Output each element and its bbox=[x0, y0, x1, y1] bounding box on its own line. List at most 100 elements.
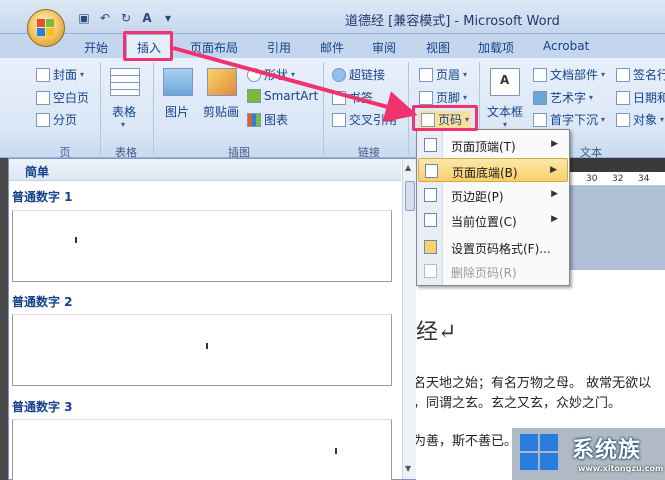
smartart-button[interactable]: SmartArt bbox=[247, 89, 318, 103]
insert-tab-highlight bbox=[123, 31, 173, 61]
page-break-icon bbox=[36, 112, 50, 127]
drop-cap-icon bbox=[533, 112, 547, 127]
menu-item-top-of-page[interactable]: 页面顶端(T) ▶ bbox=[418, 133, 568, 157]
gallery-item-label: 普通数字 2 bbox=[12, 295, 73, 309]
submenu-arrow-icon: ▶ bbox=[551, 139, 558, 149]
picture-icon bbox=[163, 68, 193, 96]
tab-mailings[interactable]: 邮件 bbox=[320, 39, 344, 56]
page-number-marker bbox=[206, 343, 208, 349]
redo-icon[interactable]: ↻ bbox=[118, 10, 134, 26]
menu-item-remove-page-numbers: 删除页码(R) bbox=[418, 259, 568, 283]
cross-reference-button[interactable]: 交叉引用 bbox=[332, 111, 397, 128]
scroll-up-icon[interactable]: ▲ bbox=[405, 163, 411, 172]
submenu-arrow-icon: ▶ bbox=[551, 214, 558, 224]
cover-page-button[interactable]: 封面 ▾ bbox=[36, 66, 84, 83]
shapes-icon bbox=[247, 67, 261, 82]
office-button[interactable] bbox=[27, 9, 65, 47]
gallery-header: 简单 bbox=[9, 159, 401, 181]
bookmark-button[interactable]: 书签 bbox=[332, 89, 373, 106]
format-page-numbers-icon bbox=[424, 240, 437, 254]
gallery-item-label: 普通数字 1 bbox=[12, 190, 73, 204]
drop-cap-button[interactable]: 首字下沉 ▾ bbox=[533, 111, 605, 128]
cover-page-icon bbox=[36, 67, 50, 82]
chart-button[interactable]: 图表 bbox=[247, 111, 288, 128]
object-button[interactable]: 对象 ▾ bbox=[616, 111, 664, 128]
window-title: 道德经 [兼容模式] - Microsoft Word bbox=[345, 14, 560, 29]
menu-item-page-margins[interactable]: 页边距(P) ▶ bbox=[418, 183, 568, 207]
customize-icon[interactable]: ▾ bbox=[160, 10, 176, 26]
smartart-icon bbox=[247, 89, 261, 103]
gallery-item-plain-number-2[interactable] bbox=[12, 314, 392, 386]
document-line: 名天地之始；有名万物之母。 故常无欲以 bbox=[413, 376, 652, 391]
document-line: 为善，斯不善已。 bbox=[413, 434, 518, 449]
hyperlink-button[interactable]: 超链接 bbox=[332, 66, 385, 83]
remove-page-numbers-icon bbox=[424, 264, 437, 278]
hyperlink-icon bbox=[332, 67, 346, 82]
table-icon bbox=[110, 68, 140, 96]
blank-page-button[interactable]: 空白页 bbox=[36, 89, 89, 106]
date-time-button[interactable]: 日期和 bbox=[616, 89, 665, 106]
submenu-arrow-icon: ▶ bbox=[551, 189, 558, 199]
picture-button[interactable]: 图片 bbox=[165, 103, 189, 120]
current-position-icon bbox=[424, 213, 437, 227]
undo-icon[interactable]: ↶ bbox=[97, 10, 113, 26]
wordart-button[interactable]: 艺术字 ▾ bbox=[533, 89, 593, 106]
save-icon[interactable]: ▣ bbox=[76, 10, 92, 26]
tab-acrobat[interactable]: Acrobat bbox=[543, 39, 589, 53]
bottom-of-page-icon bbox=[425, 164, 438, 178]
calendar-icon bbox=[616, 90, 630, 105]
tab-review[interactable]: 审阅 bbox=[372, 39, 396, 56]
signature-line-button[interactable]: 签名行 bbox=[616, 66, 665, 83]
page-number-marker bbox=[75, 237, 77, 243]
page-number-menu: 页面顶端(T) ▶ 页面底端(B) ▶ 页边距(P) ▶ 当前位置(C) ▶ 设… bbox=[416, 129, 570, 286]
menu-item-format-page-numbers[interactable]: 设置页码格式(F)... bbox=[418, 235, 568, 259]
submenu-arrow-icon: ▶ bbox=[550, 165, 557, 175]
window-left-edge bbox=[0, 158, 8, 480]
title-bar: ▣ ↶ ↻ A ▾ 道德经 [兼容模式] - Microsoft Word bbox=[0, 0, 665, 34]
bookmark-icon bbox=[332, 90, 346, 105]
tab-addins[interactable]: 加载项 bbox=[478, 39, 514, 56]
textbox-icon: A bbox=[490, 68, 520, 96]
header-icon bbox=[419, 67, 433, 82]
tab-view[interactable]: 视图 bbox=[426, 39, 450, 56]
quick-parts-icon bbox=[533, 67, 547, 82]
footer-icon bbox=[419, 90, 433, 105]
ribbon-tabs: 开始 插入 页面布局 引用 邮件 审阅 视图 加载项 Acrobat bbox=[0, 34, 665, 59]
document-line: ，同谓之玄。玄之又玄，众妙之门。 bbox=[413, 396, 622, 411]
table-button[interactable]: 表格 bbox=[112, 103, 136, 120]
cross-reference-icon bbox=[332, 112, 346, 127]
page-number-highlight bbox=[412, 105, 478, 131]
header-button[interactable]: 页眉 ▾ bbox=[419, 66, 467, 83]
top-of-page-icon bbox=[424, 138, 437, 152]
gallery-scrollbar[interactable]: ▲ ▼ bbox=[402, 159, 416, 479]
clipart-button[interactable]: 剪贴画 bbox=[203, 103, 239, 120]
gallery-item-label: 普通数字 3 bbox=[12, 400, 73, 414]
horizontal-ruler: 30 32 34 bbox=[568, 172, 665, 186]
gallery-item-plain-number-1[interactable] bbox=[12, 210, 392, 282]
tab-references[interactable]: 引用 bbox=[267, 39, 291, 56]
tab-home[interactable]: 开始 bbox=[84, 39, 108, 56]
signature-icon bbox=[616, 67, 630, 82]
scrollbar-thumb[interactable] bbox=[405, 181, 415, 211]
page-break-button[interactable]: 分页 bbox=[36, 111, 77, 128]
office-logo-icon bbox=[37, 19, 55, 37]
font-color-icon[interactable]: A bbox=[139, 10, 155, 26]
menu-item-bottom-of-page[interactable]: 页面底端(B) ▶ bbox=[418, 158, 568, 182]
clipart-icon bbox=[207, 68, 237, 96]
document-heading: 经↵ bbox=[416, 320, 457, 345]
gallery-item-plain-number-3[interactable] bbox=[12, 419, 392, 480]
quick-access-toolbar: ▣ ↶ ↻ A ▾ bbox=[76, 10, 176, 26]
shapes-button[interactable]: 形状 ▾ bbox=[247, 66, 295, 83]
tab-page-layout[interactable]: 页面布局 bbox=[190, 39, 238, 56]
page-number-gallery: 简单 普通数字 1 普通数字 2 普通数字 3 ▲ ▼ bbox=[8, 158, 416, 480]
watermark-text: 系统族 bbox=[572, 438, 642, 463]
object-icon bbox=[616, 112, 630, 127]
quick-parts-button[interactable]: 文档部件 ▾ bbox=[533, 66, 605, 83]
textbox-button[interactable]: 文本框 bbox=[487, 103, 523, 120]
page-margins-icon bbox=[424, 188, 437, 202]
chart-icon bbox=[247, 112, 261, 127]
scroll-down-icon[interactable]: ▼ bbox=[405, 464, 411, 473]
page-number-marker bbox=[335, 448, 337, 454]
menu-item-current-position[interactable]: 当前位置(C) ▶ bbox=[418, 208, 568, 232]
footer-button[interactable]: 页脚 ▾ bbox=[419, 89, 467, 106]
